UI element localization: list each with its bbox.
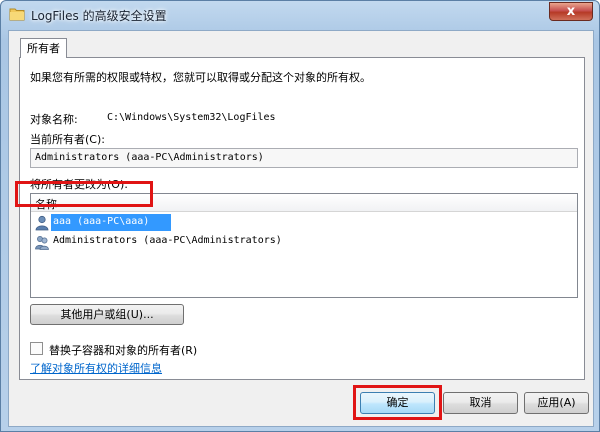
learn-more-link[interactable]: 了解对象所有权的详细信息	[30, 360, 162, 376]
window-title: LogFiles 的高级安全设置	[31, 9, 167, 23]
user-icon	[35, 215, 49, 231]
tab-owner[interactable]: 所有者	[20, 38, 67, 58]
current-owner-field[interactable]: Administrators (aaa-PC\Administrators)	[30, 148, 578, 168]
list-column-header[interactable]: 名称	[31, 194, 577, 212]
owner-list[interactable]: 名称 aaa (aaa-PC\aaa) Administrators (aaa-…	[30, 193, 578, 298]
object-name-value: C:\Windows\System32\LogFiles	[107, 112, 276, 123]
list-item-text: aaa (aaa-PC\aaa)	[53, 216, 150, 227]
dialog-client-area: 所有者 如果您有所需的权限或特权，您就可以取得或分配这个对象的所有权。 对象名称…	[8, 30, 594, 427]
group-icon	[35, 236, 49, 250]
replace-owner-label: 替换子容器和对象的所有者(R)	[49, 344, 198, 357]
list-item-text: Administrators (aaa-PC\Administrators)	[53, 235, 282, 246]
replace-owner-checkbox[interactable]	[30, 342, 43, 355]
owner-tab-panel: 如果您有所需的权限或特权，您就可以取得或分配这个对象的所有权。 对象名称: C:…	[19, 57, 585, 380]
object-name-label: 对象名称:	[30, 113, 78, 126]
column-header-name: 名称	[35, 198, 57, 211]
apply-button[interactable]: 应用(A)	[524, 392, 589, 414]
close-button[interactable]: x	[549, 2, 593, 21]
list-item[interactable]: aaa (aaa-PC\aaa)	[31, 214, 577, 232]
folder-icon	[9, 8, 25, 21]
current-owner-label: 当前所有者(C):	[30, 133, 105, 146]
cancel-button[interactable]: 取消	[443, 392, 518, 414]
dialog-window: LogFiles 的高级安全设置 x 所有者 如果您有所需的权限或特权，您就可以…	[0, 0, 600, 432]
other-users-button[interactable]: 其他用户或组(U)...	[30, 304, 184, 325]
ok-button[interactable]: 确定	[360, 392, 435, 414]
list-item[interactable]: Administrators (aaa-PC\Administrators)	[31, 233, 577, 251]
intro-text: 如果您有所需的权限或特权，您就可以取得或分配这个对象的所有权。	[30, 71, 371, 84]
change-owner-label: 将所有者更改为(O):	[30, 178, 128, 191]
title-bar[interactable]: LogFiles 的高级安全设置 x	[1, 1, 599, 29]
